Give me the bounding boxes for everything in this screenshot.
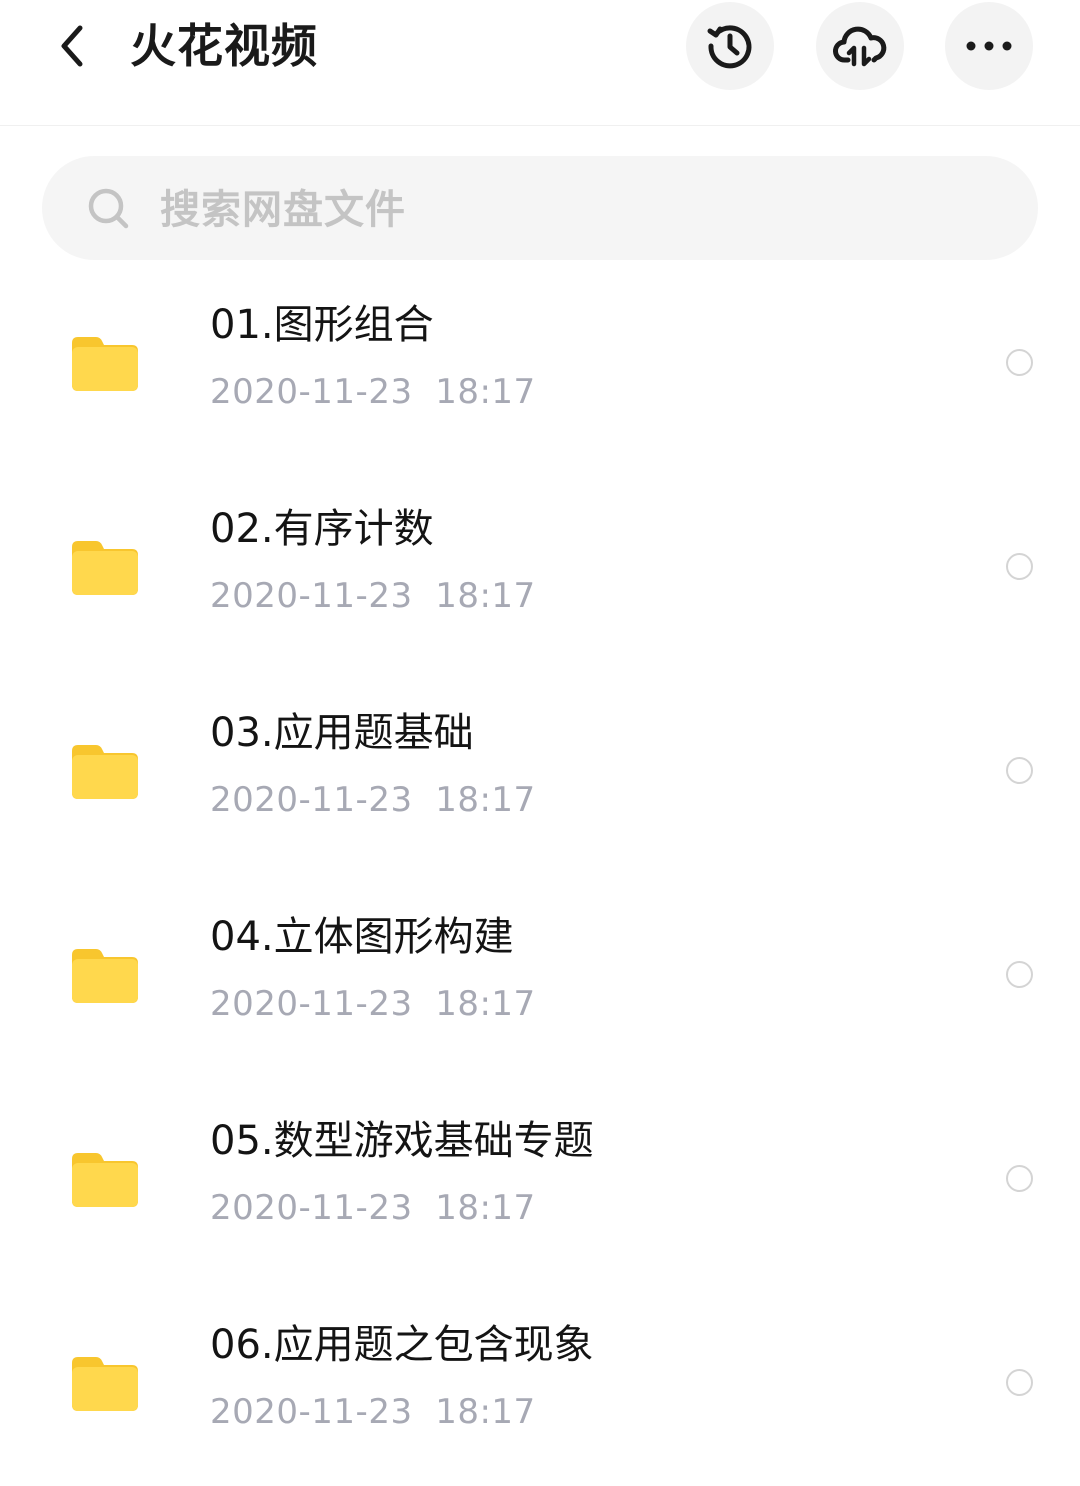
file-row-6[interactable]: 06.应用题之包含现象 2020-11-23 18:17 bbox=[0, 1280, 1080, 1484]
file-name: 03.应用题基础 bbox=[210, 710, 474, 756]
folder-icon bbox=[72, 745, 138, 799]
folder-icon bbox=[72, 337, 138, 391]
history-clock-icon bbox=[707, 25, 752, 69]
folder-icon bbox=[72, 949, 138, 1003]
page-title: 火花视频 bbox=[130, 19, 318, 73]
folder-icon bbox=[72, 1153, 138, 1207]
file-row-1[interactable]: 01.图形组合 2020-11-23 18:17 bbox=[0, 260, 1080, 464]
file-name: 02.有序计数 bbox=[210, 506, 434, 552]
file-name: 05.数型游戏基础专题 bbox=[210, 1118, 594, 1164]
folder-icon bbox=[72, 1357, 138, 1411]
search-icon bbox=[88, 188, 129, 229]
file-name: 04.立体图形构建 bbox=[210, 914, 514, 960]
file-date: 2020-11-23 18:17 bbox=[210, 1188, 536, 1228]
folder-icon bbox=[72, 541, 138, 595]
file-row-5[interactable]: 05.数型游戏基础专题 2020-11-23 18:17 bbox=[0, 1076, 1080, 1280]
file-date: 2020-11-23 18:17 bbox=[210, 372, 536, 412]
file-row-4[interactable]: 04.立体图形构建 2020-11-23 18:17 bbox=[0, 872, 1080, 1076]
more-dots-icon bbox=[966, 41, 1012, 51]
cloud-transfer-button[interactable] bbox=[816, 2, 904, 90]
cloud-transfer-icon bbox=[833, 26, 887, 67]
select-checkbox[interactable] bbox=[1006, 1369, 1033, 1396]
file-name: 01.图形组合 bbox=[210, 302, 434, 348]
select-checkbox[interactable] bbox=[1006, 1165, 1033, 1192]
back-chevron-icon bbox=[61, 25, 83, 67]
file-name: 06.应用题之包含现象 bbox=[210, 1322, 594, 1368]
file-date: 2020-11-23 18:17 bbox=[210, 1392, 536, 1432]
file-row-2[interactable]: 02.有序计数 2020-11-23 18:17 bbox=[0, 464, 1080, 668]
back-button[interactable] bbox=[44, 18, 100, 74]
search-placeholder[interactable]: 搜索网盘文件 bbox=[160, 180, 406, 240]
file-date: 2020-11-23 18:17 bbox=[210, 984, 536, 1024]
file-row-3[interactable]: 03.应用题基础 2020-11-23 18:17 bbox=[0, 668, 1080, 872]
history-button[interactable] bbox=[686, 2, 774, 90]
app-root: 火花视频 搜索网盘文件 01.图形组合 2020-11-23 18:17 02.… bbox=[0, 0, 1080, 1486]
more-options-button[interactable] bbox=[945, 2, 1033, 90]
file-date: 2020-11-23 18:17 bbox=[210, 780, 536, 820]
select-checkbox[interactable] bbox=[1006, 553, 1033, 580]
select-checkbox[interactable] bbox=[1006, 757, 1033, 784]
select-checkbox[interactable] bbox=[1006, 349, 1033, 376]
select-checkbox[interactable] bbox=[1006, 961, 1033, 988]
top-bar: 火花视频 bbox=[0, 0, 1080, 126]
file-date: 2020-11-23 18:17 bbox=[210, 576, 536, 616]
